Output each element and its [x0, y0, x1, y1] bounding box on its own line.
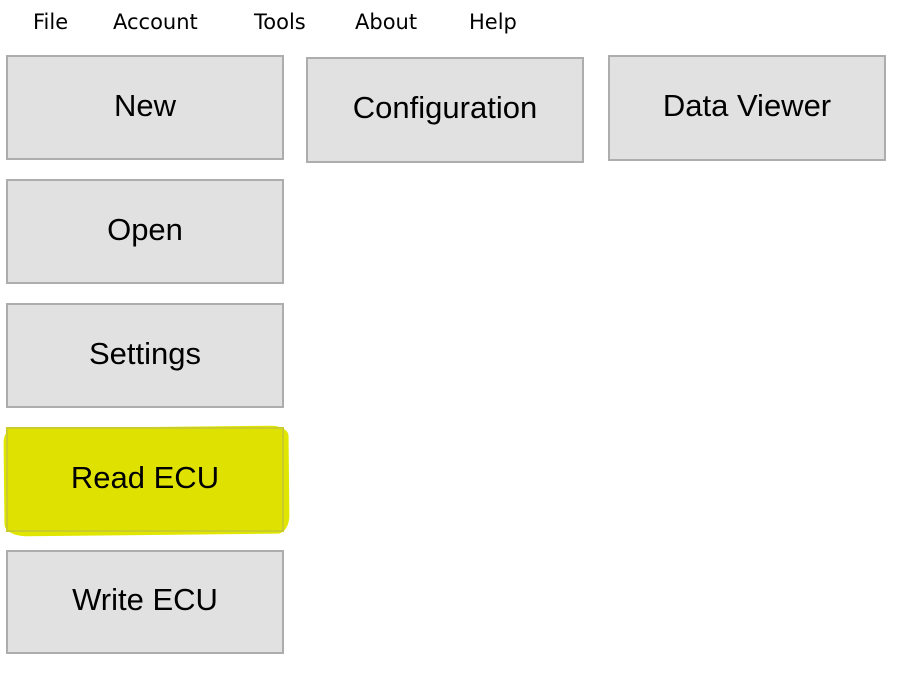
- menu-help[interactable]: Help: [469, 9, 517, 35]
- main-window: File Account Tools About Help New Config…: [0, 0, 899, 677]
- new-button[interactable]: New: [6, 55, 284, 160]
- read-ecu-button[interactable]: Read ECU: [6, 427, 284, 532]
- write-ecu-button-label: Write ECU: [72, 582, 218, 617]
- menu-tools[interactable]: Tools: [254, 9, 306, 35]
- settings-button-label: Settings: [88, 335, 201, 371]
- open-button[interactable]: Open: [6, 179, 284, 284]
- data-viewer-button-label: Data Viewer: [662, 88, 832, 123]
- new-button-label: New: [113, 87, 176, 123]
- configuration-button[interactable]: Configuration: [306, 57, 584, 163]
- configuration-button-label: Configuration: [352, 90, 538, 125]
- menu-account[interactable]: Account: [113, 9, 198, 35]
- data-viewer-button[interactable]: Data Viewer: [608, 55, 886, 161]
- menu-about[interactable]: About: [355, 9, 417, 35]
- write-ecu-button[interactable]: Write ECU: [6, 550, 284, 654]
- menu-file[interactable]: File: [33, 9, 68, 35]
- menu-bar: File Account Tools About Help: [0, 0, 899, 44]
- settings-button[interactable]: Settings: [6, 303, 284, 408]
- open-button-label: Open: [107, 211, 183, 247]
- read-ecu-button-label: Read ECU: [70, 459, 220, 495]
